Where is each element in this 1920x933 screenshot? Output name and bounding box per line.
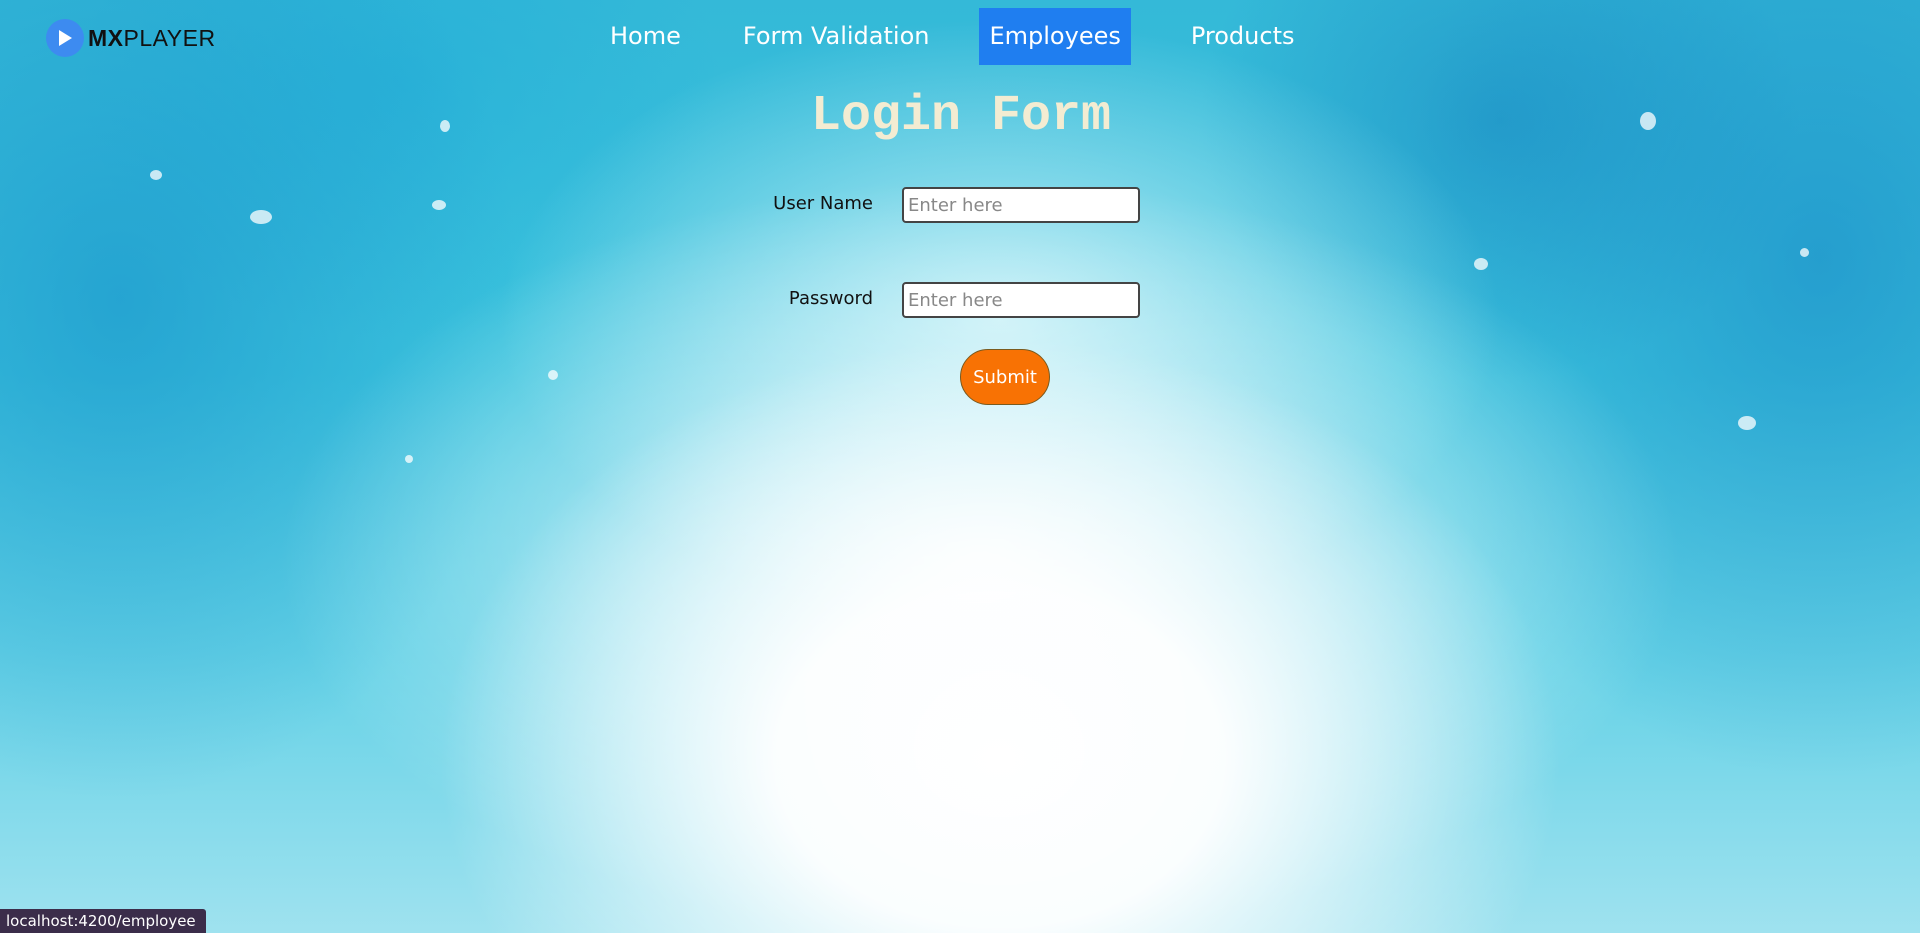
background-speck: [150, 170, 162, 180]
top-navbar: MXPLAYER Home Form Validation Employees …: [0, 0, 1920, 76]
background-speck: [1800, 248, 1809, 257]
submit-button[interactable]: Submit: [960, 349, 1050, 405]
brand-name: MXPLAYER: [88, 25, 216, 52]
background-speck: [548, 370, 558, 380]
brand-name-light: PLAYER: [123, 24, 216, 51]
nav-link-employees[interactable]: Employees: [979, 8, 1131, 65]
password-row: Password: [0, 282, 1920, 320]
background-speck: [1474, 258, 1488, 270]
password-input[interactable]: [902, 282, 1140, 318]
password-label: Password: [788, 288, 873, 309]
background-speck: [1738, 416, 1756, 430]
username-label: User Name: [773, 193, 873, 214]
nav-link-products[interactable]: Products: [1181, 8, 1305, 65]
page-title-text: Login Form: [810, 88, 1112, 145]
nav-links: Home Form Validation Employees Products: [600, 8, 1305, 65]
nav-link-form-validation[interactable]: Form Validation: [733, 8, 940, 65]
play-icon: [46, 19, 84, 57]
nav-link-home[interactable]: Home: [600, 8, 691, 65]
background-speck: [405, 455, 413, 463]
brand-logo[interactable]: MXPLAYER: [46, 19, 216, 57]
brand-name-bold: MX: [88, 24, 124, 51]
link-preview-status-bar: localhost:4200/employee: [0, 909, 206, 933]
username-input[interactable]: [902, 187, 1140, 223]
page-title: Login Form: [0, 88, 1920, 145]
username-row: User Name: [0, 187, 1920, 225]
